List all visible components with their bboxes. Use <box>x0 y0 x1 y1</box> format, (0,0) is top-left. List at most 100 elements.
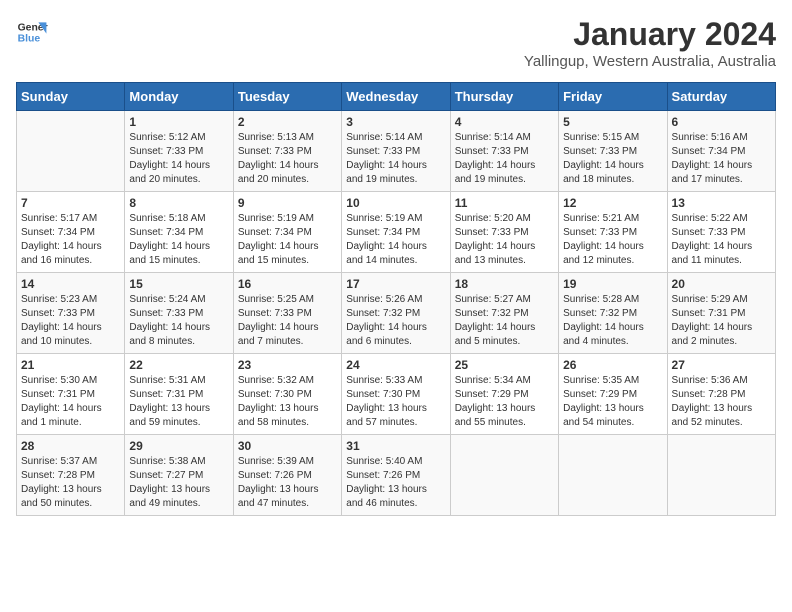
day-info: Sunrise: 5:33 AM Sunset: 7:30 PM Dayligh… <box>346 374 445 430</box>
calendar-table: SundayMondayTuesdayWednesdayThursdayFrid… <box>16 82 776 516</box>
day-info: Sunrise: 5:35 AM Sunset: 7:29 PM Dayligh… <box>563 374 662 430</box>
calendar-cell: 1 Sunrise: 5:12 AM Sunset: 7:33 PM Daylig… <box>125 111 233 192</box>
calendar-cell <box>17 111 125 192</box>
calendar-cell: 15 Sunrise: 5:24 AM Sunset: 7:33 PM Dayli… <box>125 273 233 354</box>
calendar-cell: 9 Sunrise: 5:19 AM Sunset: 7:34 PM Daylig… <box>233 192 341 273</box>
calendar-cell: 14 Sunrise: 5:23 AM Sunset: 7:33 PM Dayli… <box>17 273 125 354</box>
calendar-cell: 24 Sunrise: 5:33 AM Sunset: 7:30 PM Dayli… <box>342 354 450 435</box>
day-info: Sunrise: 5:29 AM Sunset: 7:31 PM Dayligh… <box>672 293 771 349</box>
day-number: 27 <box>672 358 771 372</box>
weekday-header: Sunday <box>17 83 125 111</box>
calendar-week-row: 21 Sunrise: 5:30 AM Sunset: 7:31 PM Dayli… <box>17 354 776 435</box>
day-info: Sunrise: 5:13 AM Sunset: 7:33 PM Dayligh… <box>238 131 337 187</box>
day-info: Sunrise: 5:22 AM Sunset: 7:33 PM Dayligh… <box>672 212 771 268</box>
day-number: 29 <box>129 439 228 453</box>
day-number: 8 <box>129 196 228 210</box>
calendar-cell: 3 Sunrise: 5:14 AM Sunset: 7:33 PM Daylig… <box>342 111 450 192</box>
day-info: Sunrise: 5:19 AM Sunset: 7:34 PM Dayligh… <box>346 212 445 268</box>
day-info: Sunrise: 5:34 AM Sunset: 7:29 PM Dayligh… <box>455 374 554 430</box>
day-info: Sunrise: 5:19 AM Sunset: 7:34 PM Dayligh… <box>238 212 337 268</box>
svg-text:Blue: Blue <box>18 34 41 45</box>
calendar-cell: 25 Sunrise: 5:34 AM Sunset: 7:29 PM Dayli… <box>450 354 558 435</box>
day-number: 19 <box>563 277 662 291</box>
day-info: Sunrise: 5:30 AM Sunset: 7:31 PM Dayligh… <box>21 374 120 430</box>
day-info: Sunrise: 5:14 AM Sunset: 7:33 PM Dayligh… <box>346 131 445 187</box>
day-number: 21 <box>21 358 120 372</box>
calendar-cell: 4Sunrise: 5:14 AM Sunset: 7:33 PM Daylig… <box>450 111 558 192</box>
weekday-header: Tuesday <box>233 83 341 111</box>
header: General Blue January 2024 Yallingup, Wes… <box>16 16 776 70</box>
calendar-cell: 13Sunrise: 5:22 AM Sunset: 7:33 PM Dayli… <box>667 192 775 273</box>
day-number: 12 <box>563 196 662 210</box>
calendar-cell: 20Sunrise: 5:29 AM Sunset: 7:31 PM Dayli… <box>667 273 775 354</box>
day-number: 22 <box>129 358 228 372</box>
day-info: Sunrise: 5:40 AM Sunset: 7:26 PM Dayligh… <box>346 455 445 511</box>
day-info: Sunrise: 5:18 AM Sunset: 7:34 PM Dayligh… <box>129 212 228 268</box>
calendar-cell: 10 Sunrise: 5:19 AM Sunset: 7:34 PM Dayli… <box>342 192 450 273</box>
calendar-cell: 22 Sunrise: 5:31 AM Sunset: 7:31 PM Dayli… <box>125 354 233 435</box>
logo: General Blue <box>16 16 48 48</box>
day-number: 1 <box>129 115 228 129</box>
day-number: 31 <box>346 439 445 453</box>
day-info: Sunrise: 5:32 AM Sunset: 7:30 PM Dayligh… <box>238 374 337 430</box>
calendar-cell: 28 Sunrise: 5:37 AM Sunset: 7:28 PM Dayli… <box>17 435 125 516</box>
day-info: Sunrise: 5:20 AM Sunset: 7:33 PM Dayligh… <box>455 212 554 268</box>
calendar-cell <box>450 435 558 516</box>
calendar-week-row: 28 Sunrise: 5:37 AM Sunset: 7:28 PM Dayli… <box>17 435 776 516</box>
day-number: 6 <box>672 115 771 129</box>
day-number: 15 <box>129 277 228 291</box>
day-info: Sunrise: 5:12 AM Sunset: 7:33 PM Dayligh… <box>129 131 228 187</box>
calendar-cell <box>667 435 775 516</box>
day-number: 25 <box>455 358 554 372</box>
day-info: Sunrise: 5:16 AM Sunset: 7:34 PM Dayligh… <box>672 131 771 187</box>
day-info: Sunrise: 5:37 AM Sunset: 7:28 PM Dayligh… <box>21 455 120 511</box>
day-info: Sunrise: 5:26 AM Sunset: 7:32 PM Dayligh… <box>346 293 445 349</box>
day-number: 24 <box>346 358 445 372</box>
subtitle: Yallingup, Western Australia, Australia <box>524 53 776 70</box>
day-info: Sunrise: 5:24 AM Sunset: 7:33 PM Dayligh… <box>129 293 228 349</box>
weekday-header: Saturday <box>667 83 775 111</box>
logo-icon: General Blue <box>16 16 48 48</box>
calendar-week-row: 7 Sunrise: 5:17 AM Sunset: 7:34 PM Daylig… <box>17 192 776 273</box>
day-number: 30 <box>238 439 337 453</box>
calendar-cell: 18Sunrise: 5:27 AM Sunset: 7:32 PM Dayli… <box>450 273 558 354</box>
day-number: 23 <box>238 358 337 372</box>
day-number: 11 <box>455 196 554 210</box>
day-number: 14 <box>21 277 120 291</box>
day-info: Sunrise: 5:25 AM Sunset: 7:33 PM Dayligh… <box>238 293 337 349</box>
calendar-cell: 19Sunrise: 5:28 AM Sunset: 7:32 PM Dayli… <box>559 273 667 354</box>
calendar-cell: 29Sunrise: 5:38 AM Sunset: 7:27 PM Dayli… <box>125 435 233 516</box>
day-number: 17 <box>346 277 445 291</box>
day-number: 28 <box>21 439 120 453</box>
calendar-week-row: 1 Sunrise: 5:12 AM Sunset: 7:33 PM Daylig… <box>17 111 776 192</box>
day-info: Sunrise: 5:31 AM Sunset: 7:31 PM Dayligh… <box>129 374 228 430</box>
day-info: Sunrise: 5:39 AM Sunset: 7:26 PM Dayligh… <box>238 455 337 511</box>
header-row: SundayMondayTuesdayWednesdayThursdayFrid… <box>17 83 776 111</box>
calendar-cell: 12Sunrise: 5:21 AM Sunset: 7:33 PM Dayli… <box>559 192 667 273</box>
calendar-cell: 17 Sunrise: 5:26 AM Sunset: 7:32 PM Dayli… <box>342 273 450 354</box>
calendar-cell: 21 Sunrise: 5:30 AM Sunset: 7:31 PM Dayli… <box>17 354 125 435</box>
day-info: Sunrise: 5:14 AM Sunset: 7:33 PM Dayligh… <box>455 131 554 187</box>
calendar-week-row: 14 Sunrise: 5:23 AM Sunset: 7:33 PM Dayli… <box>17 273 776 354</box>
day-number: 10 <box>346 196 445 210</box>
weekday-header: Friday <box>559 83 667 111</box>
calendar-cell: 6 Sunrise: 5:16 AM Sunset: 7:34 PM Daylig… <box>667 111 775 192</box>
day-number: 7 <box>21 196 120 210</box>
title-area: January 2024 Yallingup, Western Australi… <box>524 16 776 70</box>
calendar-cell: 31 Sunrise: 5:40 AM Sunset: 7:26 PM Dayli… <box>342 435 450 516</box>
calendar-cell: 2 Sunrise: 5:13 AM Sunset: 7:33 PM Daylig… <box>233 111 341 192</box>
day-info: Sunrise: 5:36 AM Sunset: 7:28 PM Dayligh… <box>672 374 771 430</box>
day-info: Sunrise: 5:17 AM Sunset: 7:34 PM Dayligh… <box>21 212 120 268</box>
day-info: Sunrise: 5:15 AM Sunset: 7:33 PM Dayligh… <box>563 131 662 187</box>
main-title: January 2024 <box>524 16 776 53</box>
day-info: Sunrise: 5:23 AM Sunset: 7:33 PM Dayligh… <box>21 293 120 349</box>
weekday-header: Thursday <box>450 83 558 111</box>
calendar-cell: 11 Sunrise: 5:20 AM Sunset: 7:33 PM Dayli… <box>450 192 558 273</box>
day-number: 3 <box>346 115 445 129</box>
calendar-cell: 5Sunrise: 5:15 AM Sunset: 7:33 PM Daylig… <box>559 111 667 192</box>
calendar-cell: 8 Sunrise: 5:18 AM Sunset: 7:34 PM Daylig… <box>125 192 233 273</box>
calendar-cell: 16Sunrise: 5:25 AM Sunset: 7:33 PM Dayli… <box>233 273 341 354</box>
day-number: 9 <box>238 196 337 210</box>
day-number: 2 <box>238 115 337 129</box>
calendar-cell: 7 Sunrise: 5:17 AM Sunset: 7:34 PM Daylig… <box>17 192 125 273</box>
